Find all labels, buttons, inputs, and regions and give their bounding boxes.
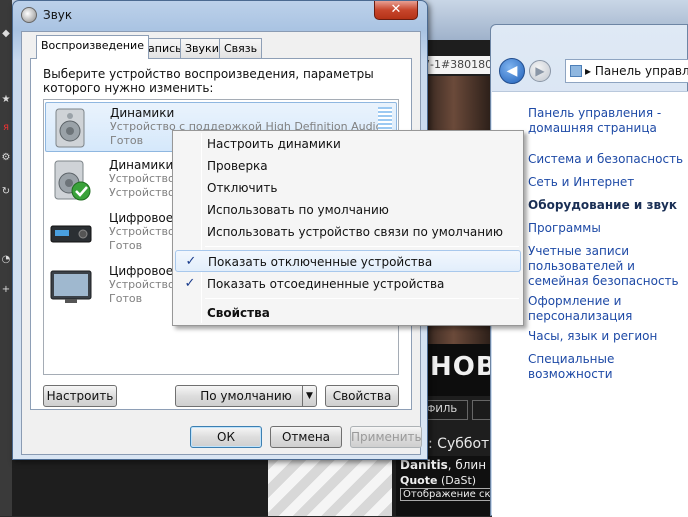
device-status: Готов xyxy=(109,239,143,252)
menu-item-label: Показать отсоединенные устройства xyxy=(207,277,445,291)
menu-item-label: Использовать по умолчанию xyxy=(207,203,389,217)
menu-item-label: Отключить xyxy=(207,181,278,195)
link-user-accounts[interactable]: Учетные записи пользователей и семейная … xyxy=(528,244,688,289)
checkmark-icon: ✓ xyxy=(185,254,197,269)
expand-spoiler-button[interactable]: Отображение скр xyxy=(400,488,500,501)
receiver-icon xyxy=(50,225,92,243)
app-icon[interactable]: ◆ xyxy=(0,26,12,42)
device-description: Устройство xyxy=(109,225,175,238)
speaker-default-icon xyxy=(54,160,91,201)
menu-separator xyxy=(205,246,519,247)
menu-item-show-disabled[interactable]: ✓ Показать отключенные устройства xyxy=(175,250,521,272)
device-description: Устройство xyxy=(109,172,175,185)
menu-item-label: Показать отключенные устройства xyxy=(208,255,433,269)
device-status: Готов xyxy=(109,292,143,305)
checkmark-icon: ✓ xyxy=(184,276,196,291)
address-chevron-icon: ▸ xyxy=(585,64,595,78)
device-name: Динамики xyxy=(110,106,175,120)
link-home[interactable]: Панель управления - домашняя страница xyxy=(528,106,688,136)
gear-icon[interactable]: ⚙ xyxy=(0,150,12,166)
link-accessibility[interactable]: Специальные возможности xyxy=(528,352,688,382)
forum-date-text: : Суббота xyxy=(428,436,498,452)
menu-item-configure-speakers[interactable]: Настроить динамики xyxy=(175,133,521,155)
quote-author: (DaSt) xyxy=(440,474,477,487)
menu-item-label: Использовать устройство связи по умолчан… xyxy=(207,225,504,239)
menu-item-properties[interactable]: Свойства xyxy=(175,302,521,324)
device-name: Динамики xyxy=(109,158,174,172)
dialog-title: Звук xyxy=(43,8,73,22)
link-appearance[interactable]: Оформление и персонализация xyxy=(528,294,688,324)
device-status: Готов xyxy=(110,134,144,147)
post-author[interactable]: Danitis xyxy=(400,458,448,472)
tab-communications[interactable]: Связь xyxy=(219,38,263,58)
left-taskbar-strip: ◆ ★ я ⚙ ↻ ◔ + xyxy=(0,0,12,516)
forum-post: Danitis, блин ч Quote (DaSt) Отображение… xyxy=(396,456,500,516)
ok-button[interactable]: ОК xyxy=(190,426,262,448)
link-clock-language[interactable]: Часы, язык и регион xyxy=(528,329,688,344)
context-menu: Настроить динамики Проверка Отключить Ис… xyxy=(172,130,524,326)
menu-item-disable[interactable]: Отключить xyxy=(175,177,521,199)
back-arrow-icon: ◀ xyxy=(506,63,518,79)
link-network-internet[interactable]: Сеть и Интернет xyxy=(528,175,688,190)
monitor-icon xyxy=(50,270,92,303)
post-author-line: Danitis, блин ч xyxy=(400,458,497,472)
menu-item-set-default-comm[interactable]: Использовать устройство связи по умолчан… xyxy=(175,221,521,243)
menu-item-label: Свойства xyxy=(207,306,270,320)
forward-button[interactable]: ▶ xyxy=(529,60,551,82)
plus-icon[interactable]: + xyxy=(0,282,12,298)
control-panel-address-bar[interactable]: ▸ Панель управл xyxy=(565,59,688,83)
tab-playback[interactable]: Воспроизведение xyxy=(36,35,149,59)
link-programs[interactable]: Программы xyxy=(528,221,688,236)
configure-button[interactable]: Настроить xyxy=(43,385,117,407)
browser-address-fragment[interactable]: 7-1#380180 xyxy=(420,56,490,74)
menu-item-set-default[interactable]: Использовать по умолчанию xyxy=(175,199,521,221)
properties-button[interactable]: Свойства xyxy=(325,385,399,407)
clock-icon[interactable]: ◔ xyxy=(0,252,12,268)
dropdown-arrow-icon[interactable]: ▼ xyxy=(302,386,316,406)
link-hardware-sound[interactable]: Оборудование и звук xyxy=(528,198,688,213)
back-button[interactable]: ◀ xyxy=(499,58,525,84)
menu-item-show-disconnected[interactable]: ✓ Показать отсоединенные устройства xyxy=(175,273,521,295)
menu-item-label: Проверка xyxy=(207,159,268,173)
set-default-split-button[interactable]: По умолчанию ▼ xyxy=(175,385,317,407)
set-default-label: По умолчанию xyxy=(200,389,292,403)
close-icon: ✕ xyxy=(390,2,402,17)
instructions-text: Выберите устройство воспроизведения, пар… xyxy=(43,67,374,95)
tab-sounds[interactable]: Звуки xyxy=(180,38,224,58)
control-panel-icon xyxy=(570,65,582,77)
forum-striped-panel xyxy=(268,456,392,516)
refresh-icon[interactable]: ↻ xyxy=(0,184,12,200)
menu-separator xyxy=(205,298,519,299)
menu-item-test[interactable]: Проверка xyxy=(175,155,521,177)
yandex-icon[interactable]: я xyxy=(0,120,12,136)
forward-arrow-icon: ▶ xyxy=(535,64,545,78)
address-text: Панель управл xyxy=(594,64,688,78)
forum-nav-button-2[interactable] xyxy=(472,400,492,420)
apply-button[interactable]: Применить xyxy=(350,426,422,448)
device-status: Устройство xyxy=(109,186,175,199)
speaker-icon xyxy=(21,7,37,23)
star-icon[interactable]: ★ xyxy=(0,92,12,108)
speaker-icon xyxy=(55,108,85,148)
quote-line: Quote (DaSt) xyxy=(400,474,476,487)
quote-label: Quote xyxy=(400,474,438,487)
cancel-button[interactable]: Отмена xyxy=(270,426,342,448)
device-description: Устройство xyxy=(109,278,175,291)
control-panel-toolbar: ◀ ▶ ▸ Панель управл xyxy=(491,55,688,89)
close-button[interactable]: ✕ xyxy=(374,1,418,20)
link-system-security[interactable]: Система и безопасность xyxy=(528,152,688,167)
menu-item-label: Настроить динамики xyxy=(207,137,341,151)
